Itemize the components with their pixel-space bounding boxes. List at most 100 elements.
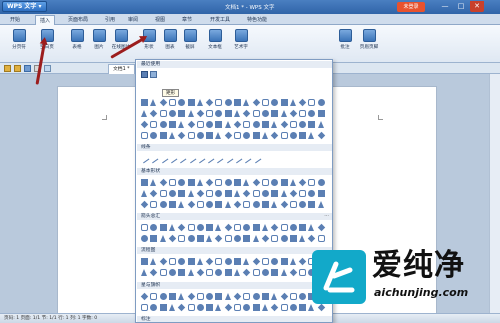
shape-option-icon[interactable] (243, 201, 251, 208)
shape-option-icon[interactable] (224, 303, 232, 312)
shape-option-icon[interactable] (206, 304, 214, 311)
shape-option-icon[interactable] (140, 200, 149, 209)
shape-option-icon[interactable] (187, 292, 195, 301)
shape-option-icon[interactable] (280, 99, 288, 106)
shape-option-icon[interactable] (261, 234, 270, 243)
shape-option-icon[interactable] (289, 189, 298, 198)
login-button[interactable]: 未登录 (397, 2, 425, 12)
shape-option-icon[interactable] (241, 153, 252, 164)
shape-option-icon[interactable] (252, 132, 260, 139)
shape-option-icon[interactable] (271, 258, 279, 265)
shape-option-icon[interactable] (261, 201, 269, 208)
shape-option-icon[interactable] (252, 110, 260, 117)
shape-option-icon[interactable] (289, 132, 297, 139)
shape-option-icon[interactable] (252, 190, 260, 197)
shape-option-icon[interactable] (308, 234, 316, 243)
shape-option-icon[interactable] (168, 99, 176, 106)
square-shape-icon[interactable] (150, 71, 157, 78)
shape-option-icon[interactable] (308, 121, 316, 128)
shape-option-icon[interactable] (261, 110, 269, 117)
shape-option-icon[interactable] (317, 223, 325, 232)
shape-option-icon[interactable] (261, 121, 269, 128)
shape-option-icon[interactable] (168, 258, 176, 265)
shape-option-icon[interactable] (187, 110, 194, 117)
shape-option-icon[interactable] (223, 153, 234, 164)
shape-option-icon[interactable] (176, 153, 187, 164)
shape-option-icon[interactable] (196, 189, 205, 198)
shape-option-icon[interactable] (270, 223, 279, 232)
shape-option-icon[interactable] (177, 131, 186, 140)
shape-option-icon[interactable] (206, 224, 214, 231)
save-icon[interactable] (24, 65, 31, 72)
shape-option-icon[interactable] (289, 99, 296, 106)
shape-option-icon[interactable] (234, 258, 241, 265)
shape-option-icon[interactable] (308, 110, 316, 117)
shape-option-icon[interactable] (224, 110, 232, 117)
shape-option-icon[interactable] (187, 258, 195, 265)
shape-option-icon[interactable] (317, 235, 325, 242)
shape-option-icon[interactable] (215, 258, 223, 265)
shape-option-icon[interactable] (187, 99, 195, 106)
shape-option-icon[interactable] (215, 179, 223, 186)
shape-option-icon[interactable] (280, 200, 288, 209)
shape-option-icon[interactable] (150, 189, 158, 198)
shape-option-icon[interactable] (205, 98, 214, 107)
shape-option-icon[interactable] (206, 235, 213, 242)
shape-option-icon[interactable] (178, 110, 186, 117)
shape-option-icon[interactable] (299, 190, 307, 197)
shape-option-icon[interactable] (299, 304, 307, 311)
shape-option-icon[interactable] (187, 235, 195, 242)
shape-option-icon[interactable] (148, 153, 159, 164)
shape-option-icon[interactable] (280, 269, 287, 276)
shape-option-icon[interactable] (271, 269, 279, 276)
shape-option-icon[interactable] (187, 304, 195, 311)
shape-option-icon[interactable] (141, 132, 148, 139)
shape-option-icon[interactable] (261, 132, 268, 139)
shape-option-icon[interactable] (187, 224, 195, 231)
undo-icon[interactable] (44, 65, 51, 72)
shape-option-icon[interactable] (178, 201, 185, 208)
shape-option-icon[interactable] (215, 99, 223, 106)
shape-option-icon[interactable] (141, 269, 147, 276)
shape-option-icon[interactable] (224, 235, 232, 242)
shape-option-icon[interactable] (159, 178, 167, 187)
shape-option-icon[interactable] (252, 98, 260, 107)
wordart-button[interactable]: 艺术字 (228, 28, 254, 60)
page-break-button[interactable]: 分页符 (6, 28, 32, 60)
shape-option-icon[interactable] (289, 201, 297, 208)
shape-option-icon[interactable] (252, 121, 260, 128)
shape-option-icon[interactable] (271, 190, 279, 197)
shape-option-icon[interactable] (252, 235, 259, 242)
shape-option-icon[interactable] (206, 121, 214, 128)
shape-option-icon[interactable] (299, 293, 307, 300)
shape-option-icon[interactable] (234, 132, 241, 139)
shape-option-icon[interactable] (243, 268, 251, 277)
shape-option-icon[interactable] (280, 190, 287, 197)
shape-option-icon[interactable] (206, 132, 214, 139)
header-footer-button[interactable]: 页眉页脚 (356, 28, 382, 60)
shape-option-icon[interactable] (298, 98, 307, 107)
shape-option-icon[interactable] (224, 269, 232, 276)
shape-option-icon[interactable] (141, 224, 148, 231)
tab-chapter[interactable]: 章节 (182, 15, 192, 25)
shape-option-icon[interactable] (196, 224, 204, 231)
shape-option-icon[interactable] (243, 304, 251, 311)
shape-option-icon[interactable] (206, 269, 214, 276)
shape-option-icon[interactable] (261, 304, 268, 311)
shape-option-icon[interactable] (224, 258, 232, 265)
shape-option-icon[interactable] (234, 179, 241, 186)
shape-option-icon[interactable] (252, 178, 260, 187)
shape-option-icon[interactable] (280, 224, 288, 231)
shape-option-icon[interactable] (168, 121, 176, 128)
shape-option-icon[interactable] (224, 190, 232, 197)
shape-option-icon[interactable] (140, 120, 149, 129)
shape-option-icon[interactable] (206, 190, 214, 197)
shape-option-icon[interactable] (289, 179, 296, 186)
shape-option-icon[interactable] (159, 304, 167, 311)
shape-option-icon[interactable] (159, 110, 167, 117)
shape-option-icon[interactable] (178, 179, 186, 186)
shape-option-icon[interactable] (243, 235, 251, 242)
shape-option-icon[interactable] (150, 179, 157, 186)
shape-option-icon[interactable] (224, 131, 232, 140)
shape-option-icon[interactable] (261, 190, 269, 197)
